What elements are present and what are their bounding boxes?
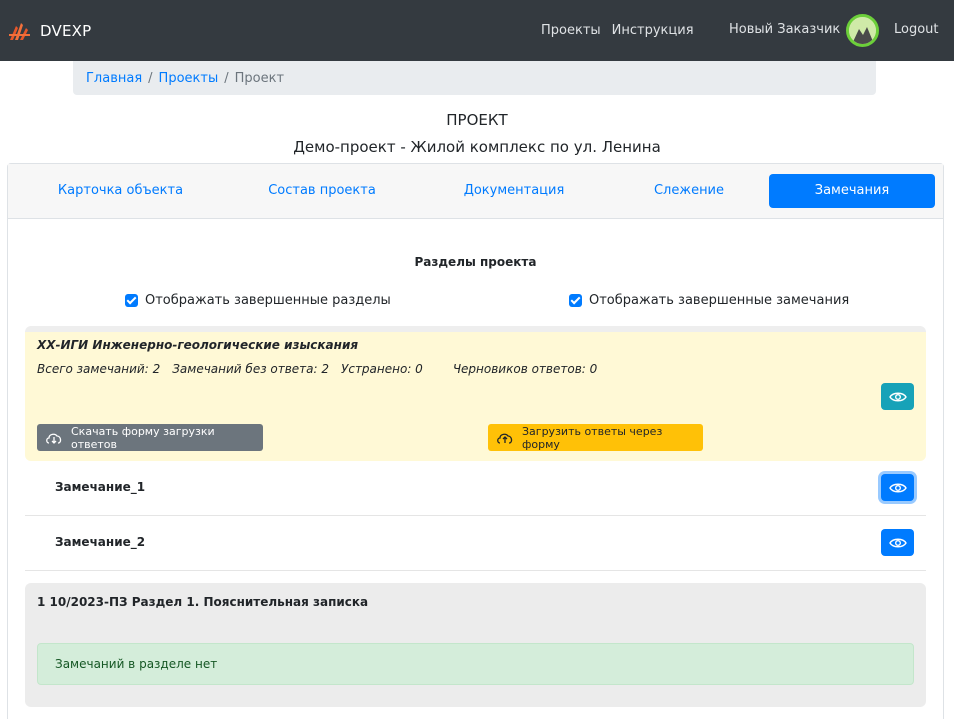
- nav-links: Проекты Инструкция: [541, 0, 705, 61]
- nav-link-projects[interactable]: Проекты: [541, 23, 601, 38]
- brand-logo-icon: [8, 20, 32, 42]
- show-completed-sections-label: Отображать завершенные разделы: [145, 293, 391, 308]
- stat-unanswered: Замечаний без ответа: 2: [172, 362, 330, 376]
- checkbox-checked-icon[interactable]: [569, 294, 582, 307]
- download-form-button[interactable]: Скачать форму загрузки ответов: [37, 424, 263, 451]
- breadcrumb-separator: /: [148, 70, 153, 86]
- remark-label: Замечание_2: [55, 535, 146, 549]
- section-explanatory-note: 1 10/2023-ПЗ Раздел 1. Пояснительная зап…: [25, 583, 926, 707]
- remark-label: Замечание_1: [55, 480, 146, 494]
- show-completed-remarks-label: Отображать завершенные замечания: [589, 293, 850, 308]
- top-navbar: DVEXP Проекты Инструкция Новый Заказчик …: [0, 0, 954, 61]
- tab-remarks[interactable]: Замечания: [769, 174, 935, 208]
- project-card: Карточка объекта Состав проекта Документ…: [7, 163, 944, 719]
- eye-icon: [888, 538, 907, 547]
- breadcrumb-home[interactable]: Главная: [86, 71, 142, 86]
- tab-documentation[interactable]: Документация: [422, 174, 606, 208]
- tab-tracking[interactable]: Слежение: [608, 174, 770, 208]
- breadcrumb-projects[interactable]: Проекты: [159, 71, 219, 86]
- show-completed-remarks-checkbox[interactable]: Отображать завершенные замечания: [569, 293, 849, 308]
- show-completed-sections-checkbox[interactable]: Отображать завершенные разделы: [125, 293, 391, 308]
- list-item[interactable]: Замечание_1: [25, 461, 926, 516]
- view-section-button[interactable]: [881, 383, 914, 410]
- section-igi: ХХ-ИГИ Инженерно-геологические изыскания…: [25, 326, 926, 461]
- breadcrumb-current: Проект: [234, 70, 285, 86]
- cloud-upload-icon: [496, 431, 514, 445]
- eye-icon: [888, 483, 907, 492]
- tabs-header: Карточка объекта Состав проекта Документ…: [8, 164, 943, 219]
- avatar[interactable]: [846, 14, 879, 47]
- view-remark-button[interactable]: [881, 529, 914, 556]
- eye-icon: [888, 392, 907, 401]
- breadcrumb: Главная / Проекты / Проект: [73, 61, 876, 95]
- nav-link-instructions[interactable]: Инструкция: [612, 23, 694, 38]
- upload-answers-button[interactable]: Загрузить ответы через форму: [488, 424, 703, 451]
- list-item[interactable]: Замечание_2: [25, 516, 926, 571]
- upload-answers-label: Загрузить ответы через форму: [522, 424, 663, 451]
- empty-remarks-alert: Замечаний в разделе нет: [37, 643, 914, 685]
- stat-total: Всего замечаний: 2: [37, 362, 161, 376]
- sections-title: Разделы проекта: [414, 255, 537, 269]
- logout-link[interactable]: Logout: [894, 22, 939, 37]
- page-title: ПРОЕКТ: [446, 111, 508, 129]
- brand-name: DVEXP: [40, 21, 92, 40]
- stat-drafts: Черновиков ответов: 0: [452, 362, 598, 376]
- cloud-download-icon: [45, 431, 63, 445]
- view-remark-button[interactable]: [881, 474, 914, 501]
- section-stats: Всего замечаний: 2 Замечаний без ответа:…: [37, 362, 609, 376]
- checkbox-checked-icon[interactable]: [125, 294, 138, 307]
- tab-object-card[interactable]: Карточка объекта: [22, 174, 219, 208]
- stat-fixed: Устранено: 0: [341, 362, 423, 376]
- breadcrumb-separator: /: [224, 70, 229, 86]
- page-subtitle: Демо-проект - Жилой комплекс по ул. Лени…: [293, 138, 661, 156]
- download-form-label: Скачать форму загрузки ответов: [71, 424, 215, 451]
- section-title: ХХ-ИГИ Инженерно-геологические изыскания: [37, 338, 359, 352]
- tab-project-composition[interactable]: Состав проекта: [226, 174, 418, 208]
- brand[interactable]: DVEXP: [8, 20, 91, 42]
- customer-name[interactable]: Новый Заказчик: [729, 22, 840, 37]
- section-title: 1 10/2023-ПЗ Раздел 1. Пояснительная зап…: [37, 595, 369, 609]
